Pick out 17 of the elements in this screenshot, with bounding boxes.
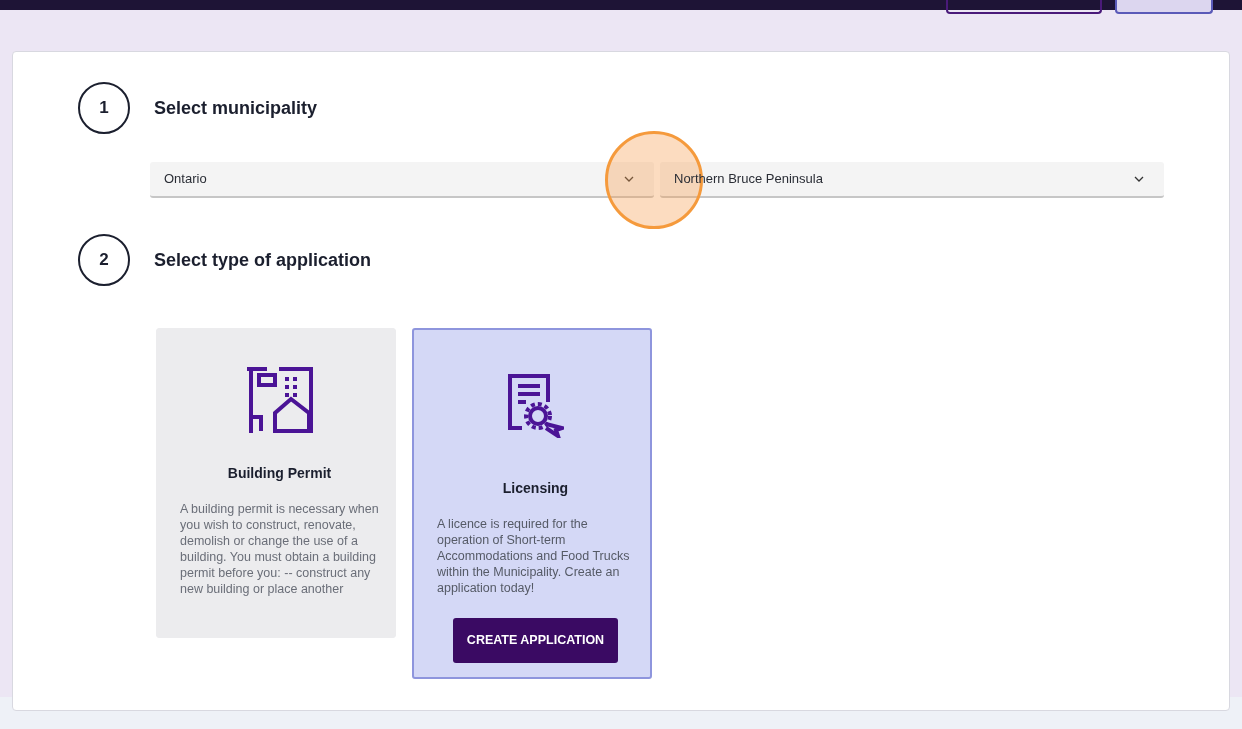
card-description: A licence is required for the operation of Short-term Accommodations and Food Trucks within the Municipality. Create an application today!	[437, 516, 631, 596]
step-number: 2	[78, 234, 130, 286]
certificate-icon	[507, 374, 564, 438]
building-icon	[244, 365, 315, 433]
step-number: 1	[78, 82, 130, 134]
dropdown-field[interactable]: Ontario	[150, 162, 654, 198]
card-title: Licensing	[502, 479, 569, 498]
chevron-down-icon	[1134, 176, 1144, 182]
card-title: Building Permit	[227, 464, 332, 483]
create-application-button[interactable]: CREATE APPLICATION	[452, 618, 619, 663]
step-title: Select municipality	[154, 96, 318, 120]
application-type-card[interactable]	[156, 328, 396, 638]
header-button[interactable]	[946, 0, 1102, 14]
step-title: Select type of application	[154, 248, 372, 272]
application-type-card[interactable]: Licensing A licence is required for the operation of Short-term Accommodations and Food Trucks within the Municipality. Create an application today! CREATE APPLICATION	[412, 328, 652, 679]
card-description: A building permit is necessary when you wish to construct, renovate, demolish or change the use of a building. You must obtain a building permit before you: -- construct any new building or place another	[180, 501, 379, 597]
chevron-down-icon	[624, 176, 634, 182]
